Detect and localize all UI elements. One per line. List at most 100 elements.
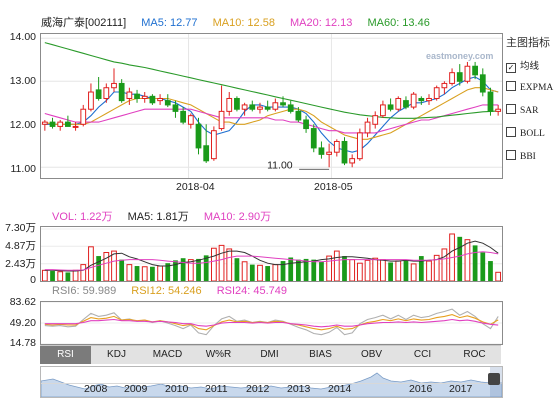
- volume-bar: [50, 271, 55, 281]
- navigator-year: 2011: [205, 383, 228, 395]
- watermark-text: eastmoney.com: [426, 51, 493, 61]
- volume-bar: [326, 255, 333, 281]
- candle-body: [487, 91, 494, 112]
- main-indicator-title: 主图指标: [506, 37, 550, 49]
- main-legend: 威海广泰[002111] MA5: 12.77 MA10: 12.58 MA20…: [41, 14, 442, 30]
- volume-tick: 4.87万: [5, 240, 36, 252]
- candle-body: [249, 104, 256, 110]
- candle-body: [164, 100, 171, 106]
- navigator-year: 2009: [124, 383, 148, 395]
- candle-body: [295, 110, 302, 121]
- volume-bar: [88, 246, 94, 281]
- ma5-label: MA5: 12.77: [141, 17, 198, 29]
- candle-body: [433, 87, 440, 99]
- rsi-panel: [40, 301, 503, 345]
- candle-body: [157, 97, 163, 102]
- volume-bar: [180, 258, 186, 281]
- candle-body: [449, 72, 455, 84]
- volume-bar: [441, 248, 448, 281]
- candle-body: [303, 119, 309, 130]
- candle-body: [57, 121, 64, 127]
- volume-bar: [249, 264, 255, 281]
- candle-body: [310, 128, 317, 149]
- price-tick: 12.00: [9, 119, 36, 131]
- volume-bar: [72, 269, 79, 281]
- volume-bar: [173, 260, 178, 281]
- candle-body: [111, 82, 117, 89]
- volume-bar: [410, 263, 417, 281]
- candle-body: [226, 97, 233, 112]
- indicator-sar[interactable]: SAR: [506, 104, 538, 116]
- navigator-year: 2008: [84, 383, 108, 395]
- tab-roc[interactable]: ROC: [448, 346, 501, 364]
- candle-body: [149, 95, 156, 104]
- candle-body: [187, 115, 194, 125]
- price-panel: eastmoney.com 11.00: [40, 33, 503, 179]
- checkbox-icon[interactable]: [506, 81, 516, 91]
- volume-tick: 2.43万: [5, 258, 36, 270]
- rsi12-label: RSI12: 54.246: [131, 285, 202, 297]
- ma60-label: MA60: 13.46: [367, 17, 430, 29]
- candle-body: [472, 65, 478, 76]
- indicator-boll[interactable]: BOLL: [506, 127, 545, 139]
- volume-bar: [126, 264, 133, 281]
- candle-body: [426, 97, 432, 102]
- candle-body: [456, 72, 463, 82]
- volume-bar: [257, 264, 263, 281]
- tab-dmi[interactable]: DMI: [244, 346, 295, 364]
- navigator-handle-icon[interactable]: [488, 373, 500, 385]
- volume-bar: [141, 266, 148, 281]
- candle-body: [264, 106, 271, 110]
- tab-bias[interactable]: BIAS: [295, 346, 346, 364]
- volume-bar: [157, 265, 163, 281]
- volume-bar: [333, 250, 340, 281]
- tab-macd[interactable]: MACD: [142, 346, 193, 364]
- volume-bar: [488, 261, 493, 281]
- ma10-label: MA10: 12.58: [212, 17, 275, 29]
- volume-bar: [134, 266, 140, 281]
- candle-body: [72, 125, 79, 128]
- low-marker-label: 11.00: [267, 159, 293, 171]
- checkbox-icon[interactable]: ✓: [506, 63, 516, 73]
- indicator-bbi[interactable]: BBI: [506, 150, 536, 162]
- date-tick: 2018-05: [314, 181, 353, 193]
- tab-rsi[interactable]: RSI: [40, 346, 91, 364]
- candle-body: [403, 100, 409, 108]
- time-range-navigator[interactable]: 2008 2009 2010 2011 2012 2013 2014 2016 …: [40, 366, 503, 398]
- volume-bar: [319, 261, 324, 281]
- candle-body: [103, 87, 110, 99]
- volume-bar: [311, 259, 317, 281]
- volume-bar: [356, 262, 363, 281]
- checkbox-icon[interactable]: [506, 150, 516, 160]
- navigator-year: 2016: [409, 383, 433, 395]
- volume-tick: 7.30万: [5, 222, 36, 234]
- candle-body: [41, 121, 48, 125]
- tab-cci[interactable]: CCI: [397, 346, 448, 364]
- volume-bar: [150, 266, 155, 281]
- rsi-tick: 49.20: [9, 317, 36, 329]
- volume-bar: [203, 255, 209, 281]
- checkbox-icon[interactable]: [506, 104, 516, 114]
- navigator-sparkline: [41, 372, 502, 397]
- navigator-year: 2014: [328, 383, 352, 395]
- navigator-year: 2013: [287, 383, 311, 395]
- candle-body: [495, 108, 502, 112]
- indicator-ma[interactable]: ✓ 均线: [506, 58, 539, 73]
- indicator-expma[interactable]: EXPMA: [506, 81, 553, 93]
- volume-bar: [41, 269, 48, 281]
- navigator-area: [41, 372, 502, 397]
- tab-obv[interactable]: OBV: [346, 346, 397, 364]
- checkbox-icon[interactable]: [506, 127, 516, 137]
- vol-ma5-label: MA5: 1.81万: [127, 211, 189, 223]
- volume-bar: [234, 258, 240, 281]
- tab-wr[interactable]: W%R: [193, 346, 244, 364]
- navigator-year: 2017: [449, 383, 473, 395]
- volume-tick: 0: [30, 274, 36, 286]
- volume-bar: [226, 248, 233, 281]
- candle-body: [134, 93, 140, 99]
- date-tick: 2018-04: [176, 181, 215, 193]
- rsi-legend: RSI6: 59.989 RSI12: 54.246 RSI24: 45.749: [52, 285, 299, 297]
- price-tick: 14.00: [9, 31, 36, 43]
- tab-kdj[interactable]: KDJ: [91, 346, 142, 364]
- volume-bar: [218, 244, 225, 281]
